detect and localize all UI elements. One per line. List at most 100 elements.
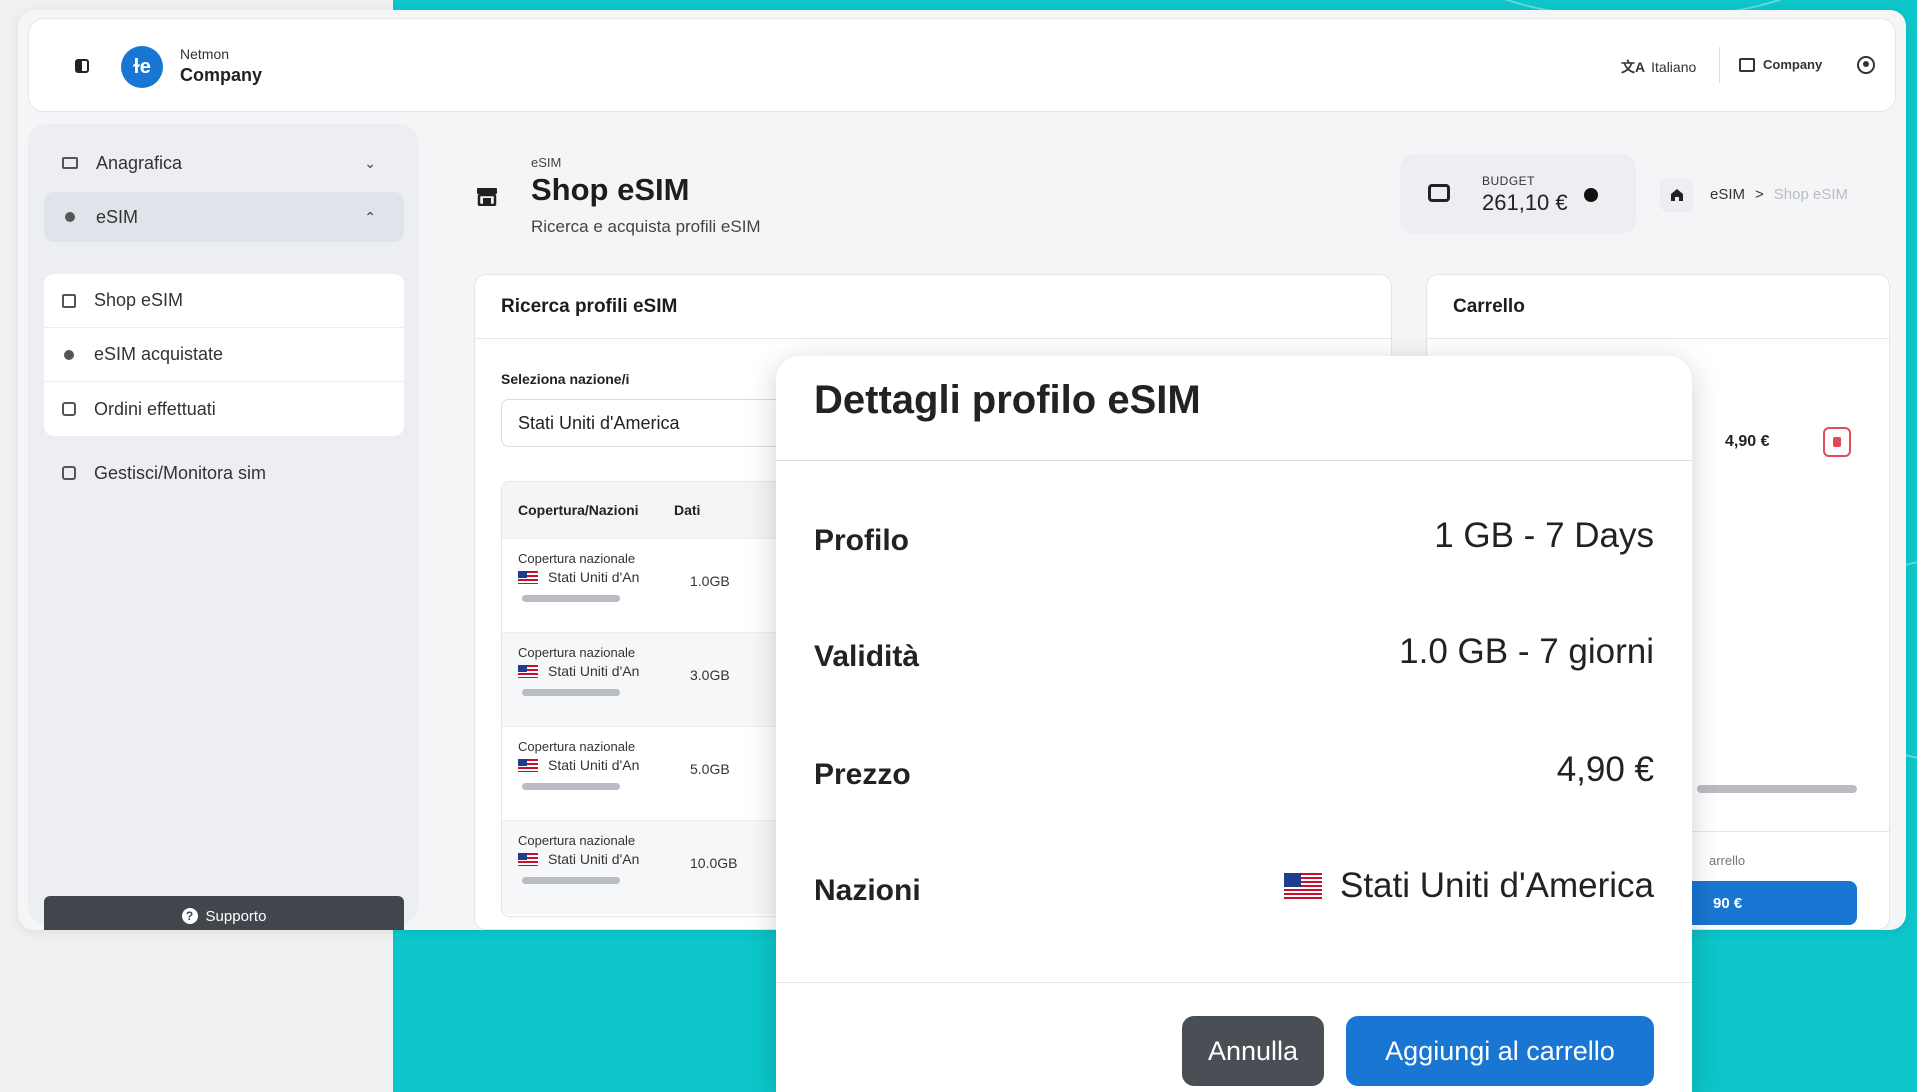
data-cell: 3.0GB — [690, 667, 730, 683]
profile-value-text: 1 GB - 7 Days — [1434, 516, 1654, 555]
submenu-item-label: eSIM acquistate — [94, 344, 224, 364]
page-title: Shop eSIM — [531, 172, 690, 207]
coverage-text: Copertura nazionale — [518, 645, 636, 660]
price-value: 4,90 € — [1557, 750, 1654, 790]
trash-icon[interactable] — [1823, 427, 1851, 457]
coverage-text: Copertura nazionale — [518, 551, 636, 566]
country-cell: Stati Uniti d'An — [518, 757, 639, 773]
dot-icon — [65, 212, 75, 222]
data-cell: 1.0GB — [690, 573, 730, 589]
breadcrumb-current: Shop eSIM — [1773, 186, 1848, 203]
list-icon — [62, 402, 76, 416]
budget-label: BUDGET — [1482, 174, 1536, 188]
sidebar-item-esim[interactable]: eSIM ⌃ — [44, 192, 404, 242]
breadcrumb-separator: > — [1755, 186, 1764, 203]
store-icon — [62, 293, 76, 308]
coverage-text: Copertura nazionale — [518, 739, 636, 754]
cancel-button[interactable]: Annulla — [1182, 1016, 1324, 1086]
profile-details-modal: Dettagli profilo eSIM Profilo 1 GB - 7 D… — [776, 356, 1692, 1092]
sidebar-toggle-icon[interactable] — [75, 59, 89, 73]
cart-footer-text: arrello — [1709, 853, 1746, 868]
help-icon: ? — [181, 908, 198, 924]
coverage-text: Copertura nazionale — [518, 833, 636, 848]
country-cell: Stati Uniti d'An — [518, 663, 639, 679]
sidebar: Anagrafica ⌄ eSIM ⌃ Shop eSIM eSIM acqui… — [28, 124, 418, 930]
company-label: Company — [1763, 57, 1823, 72]
submenu-item-esim-acquistate[interactable]: eSIM acquistate — [44, 328, 404, 382]
brand-small: Netmon — [180, 46, 230, 62]
validity-label: Validità — [814, 640, 920, 673]
company-logo: ɫe — [121, 46, 163, 88]
dot-icon — [64, 349, 74, 360]
placeholder-bar — [522, 877, 620, 884]
country-text: Stati Uniti d'An — [548, 569, 640, 585]
translate-icon: 文A — [1621, 59, 1646, 75]
add-to-cart-button[interactable]: Aggiungi al carrello — [1346, 1016, 1654, 1086]
building-icon — [1739, 57, 1755, 72]
submenu-item-label: Shop eSIM — [94, 290, 184, 310]
sidebar-item-label: Anagrafica — [96, 152, 183, 173]
wallet-icon — [1428, 184, 1450, 202]
price-label: Prezzo — [814, 758, 911, 791]
budget-card: BUDGET 261,10 € — [1400, 154, 1636, 234]
sidebar-item-gestisci[interactable]: Gestisci/Monitora sim — [44, 448, 404, 498]
external-link-icon — [62, 466, 76, 480]
validity-value: 1.0 GB - 7 giorni — [1399, 632, 1654, 672]
country-text: Stati Uniti d'An — [548, 851, 640, 867]
modal-title: Dettagli profilo eSIM — [814, 378, 1201, 422]
us-flag-icon — [1283, 873, 1322, 899]
placeholder-bar — [522, 783, 620, 790]
esim-submenu: Shop eSIM eSIM acquistate Ordini effettu… — [44, 274, 404, 436]
country-cell: Stati Uniti d'An — [518, 569, 639, 585]
countries-label: Nazioni — [814, 874, 921, 907]
us-flag-icon — [518, 664, 538, 678]
home-icon — [1671, 189, 1683, 201]
home-button[interactable] — [1660, 178, 1694, 212]
profile-label: Profilo — [814, 524, 909, 557]
topbar-divider — [1719, 47, 1720, 83]
breadcrumb-item[interactable]: eSIM — [1710, 186, 1745, 203]
country-text: Stati Uniti d'An — [548, 757, 640, 773]
info-icon[interactable] — [1584, 188, 1598, 202]
page-section-label: eSIM — [531, 155, 562, 170]
scrollbar[interactable] — [1697, 785, 1857, 793]
top-bar: ɫe Netmon Company 文A Italiano Company — [28, 18, 1896, 112]
country-text: Stati Uniti d'An — [548, 663, 640, 679]
countries-value-text: Stati Uniti d'America — [1339, 866, 1654, 905]
cart-item-price: 4,90 € — [1725, 433, 1770, 450]
placeholder-bar — [522, 689, 620, 696]
sidebar-item-label: eSIM — [96, 206, 139, 227]
language-label: Italiano — [1651, 59, 1697, 75]
countries-value: Stati Uniti d'America — [1283, 866, 1654, 906]
data-cell: 10.0GB — [690, 855, 738, 871]
submenu-item-shop-esim[interactable]: Shop eSIM — [44, 274, 404, 328]
validity-value-text: 1.0 GB - 7 giorni — [1399, 632, 1654, 671]
cart-panel-title: Carrello — [1427, 275, 1889, 339]
us-flag-icon — [518, 852, 538, 866]
data-cell: 5.0GB — [690, 761, 730, 777]
country-cell: Stati Uniti d'An — [518, 851, 639, 867]
budget-value: 261,10 € — [1482, 190, 1568, 215]
page-subtitle: Ricerca e acquista profili eSIM — [531, 217, 761, 236]
support-button[interactable]: ? Supporto — [44, 896, 404, 930]
us-flag-icon — [518, 570, 538, 584]
brand-name: Company — [180, 65, 263, 85]
search-panel-title: Ricerca profili eSIM — [475, 275, 1391, 339]
submenu-item-ordini[interactable]: Ordini effettuati — [44, 382, 404, 436]
profile-value: 1 GB - 7 Days — [1434, 516, 1654, 556]
chevron-down-icon: ⌄ — [364, 154, 376, 171]
sidebar-item-anagrafica[interactable]: Anagrafica ⌄ — [44, 138, 404, 188]
company-selector[interactable]: Company — [1739, 57, 1822, 72]
chevron-up-icon: ⌃ — [364, 208, 376, 225]
submenu-item-label: Ordini effettuati — [94, 398, 216, 419]
user-icon[interactable] — [1857, 56, 1875, 74]
column-header: Dati — [674, 502, 701, 518]
id-card-icon — [62, 157, 78, 169]
column-header: Copertura/Nazioni — [518, 502, 639, 518]
language-selector[interactable]: 文A Italiano — [1621, 57, 1696, 77]
store-icon — [477, 188, 497, 206]
price-value-text: 4,90 € — [1556, 750, 1654, 789]
divider — [776, 460, 1692, 461]
breadcrumb: eSIM > Shop eSIM — [1710, 186, 1848, 203]
divider — [776, 982, 1692, 983]
